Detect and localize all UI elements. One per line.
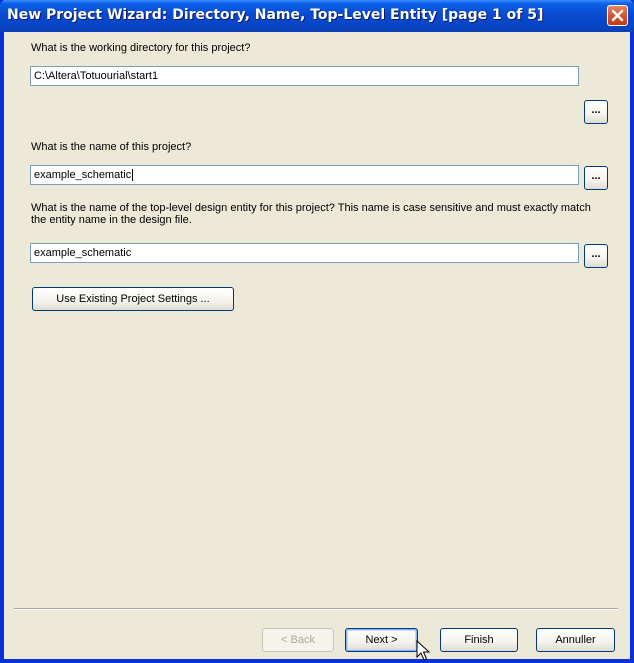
top-level-entity-question: What is the name of the top-level design… [31, 202, 591, 226]
directory-question: What is the working directory for this p… [31, 42, 251, 54]
top-level-entity-browse-button[interactable]: ... [584, 244, 608, 268]
cancel-button[interactable]: Annuller [536, 628, 615, 652]
finish-button[interactable]: Finish [440, 628, 518, 652]
project-name-browse-button[interactable]: ... [584, 166, 608, 190]
footer-separator [14, 608, 618, 610]
title-bar[interactable]: New Project Wizard: Directory, Name, Top… [0, 0, 634, 32]
wizard-content: What is the working directory for this p… [4, 32, 630, 661]
project-name-field[interactable]: example_schematic [30, 165, 579, 185]
use-existing-settings-button[interactable]: Use Existing Project Settings ... [32, 287, 234, 311]
directory-browse-button[interactable]: ... [584, 100, 608, 124]
mouse-pointer-icon [416, 640, 430, 661]
top-level-entity-field[interactable]: example_schematic [30, 243, 579, 263]
back-button[interactable]: < Back [262, 628, 334, 652]
project-name-question: What is the name of this project? [31, 141, 192, 153]
next-button[interactable]: Next > [345, 628, 418, 652]
project-name-value: example_schematic [34, 169, 132, 181]
close-icon [611, 9, 624, 22]
close-button[interactable] [607, 5, 628, 26]
directory-field[interactable]: C:\Altera\Totuourial\start1 [30, 66, 579, 86]
window-title: New Project Wizard: Directory, Name, Top… [7, 7, 544, 23]
text-caret [132, 169, 134, 182]
wizard-window: New Project Wizard: Directory, Name, Top… [0, 0, 634, 663]
